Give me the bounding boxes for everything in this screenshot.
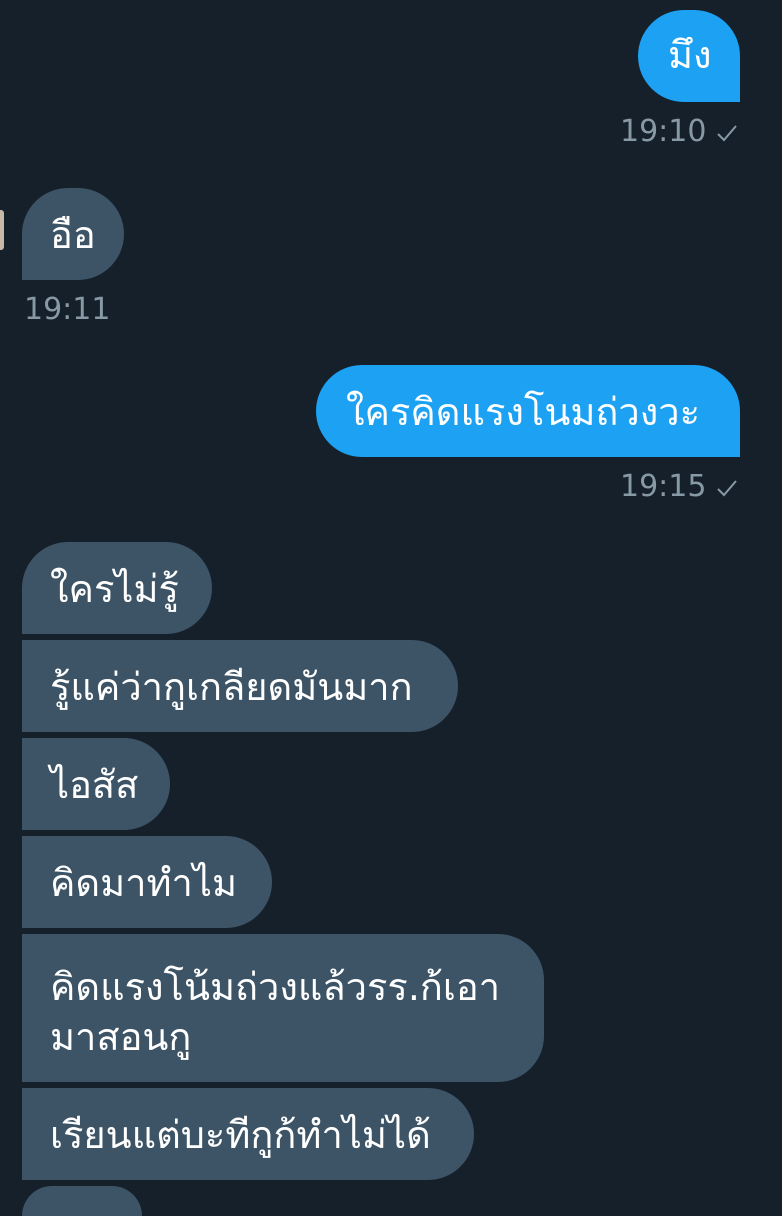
avatar[interactable] <box>0 210 4 250</box>
message-text: มึง <box>668 33 712 77</box>
message-meta: 19:10 <box>620 114 738 150</box>
outgoing-message-bubble[interactable]: มึง <box>638 10 740 102</box>
message-timestamp: 19:11 <box>24 292 111 327</box>
check-icon <box>716 122 738 144</box>
message-timestamp: 19:10 <box>620 114 707 149</box>
incoming-message-bubble[interactable]: รู้แค่ว่ากูเกลียดมันมาก <box>22 640 458 732</box>
message-timestamp: 19:15 <box>620 469 707 504</box>
message-text: ไอสัส <box>50 763 139 807</box>
message-text-line: คิดแรงโน้มถ่วงแล้วรร.ก้เอา <box>50 965 501 1009</box>
incoming-message-bubble[interactable]: เรียนแต่บะทีกูก้ทำไม่ได้ <box>22 1088 474 1180</box>
incoming-message-bubble[interactable] <box>22 1186 142 1216</box>
message-text: คิดมาทำไม <box>50 861 238 905</box>
incoming-message-bubble[interactable]: ใครไม่รู้ <box>22 542 212 634</box>
message-meta: 19:11 <box>24 292 110 328</box>
message-text: ใครไม่รู้ <box>50 567 179 611</box>
incoming-message-bubble[interactable]: อือ <box>22 188 124 280</box>
message-text: ใครคิดแรงโนมถ่วงวะ <box>346 390 701 434</box>
incoming-message-bubble[interactable]: ไอสัส <box>22 738 170 830</box>
outgoing-message-bubble[interactable]: ใครคิดแรงโนมถ่วงวะ <box>316 365 740 457</box>
message-text: เรียนแต่บะทีกูก้ทำไม่ได้ <box>50 1113 431 1157</box>
incoming-message-bubble[interactable]: คิดมาทำไม <box>22 836 272 928</box>
message-text: อือ <box>50 213 96 257</box>
incoming-message-bubble[interactable]: คิดแรงโน้มถ่วงแล้วรร.ก้เอา มาสอนกู <box>22 934 544 1082</box>
message-text-line: มาสอนกู <box>50 1015 192 1059</box>
check-icon <box>716 477 738 499</box>
message-text: รู้แค่ว่ากูเกลียดมันมาก <box>50 665 413 709</box>
message-meta: 19:15 <box>620 469 738 505</box>
